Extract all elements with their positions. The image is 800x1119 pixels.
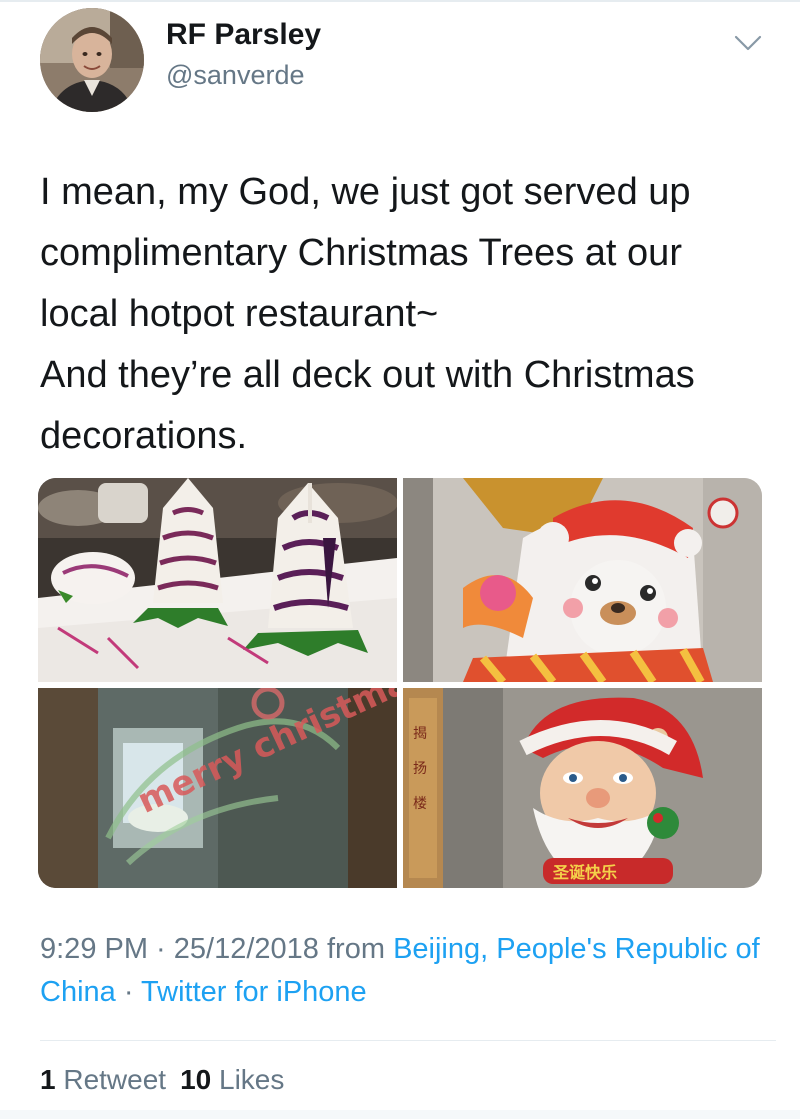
sign-char: 楼: [413, 796, 427, 812]
like-label: Likes: [219, 1064, 285, 1095]
tweet-time[interactable]: 9:29 PM: [40, 933, 148, 965]
like-count: 10: [180, 1064, 212, 1095]
window-decal-image: merry christmas: [38, 688, 397, 888]
user-handle[interactable]: @sanverde: [166, 60, 304, 91]
stats-divider: [40, 1040, 776, 1041]
sign-char: 揭: [413, 726, 427, 742]
tweet-stats: 1 Retweet 10 Likes: [40, 1064, 284, 1096]
chevron-down-icon[interactable]: [730, 28, 766, 58]
tweet-text: I mean, my God, we just got served up co…: [40, 162, 770, 467]
polar-bear-image: [403, 478, 762, 682]
avatar-photo: [40, 8, 144, 112]
tweet-text-line: decorations.: [40, 415, 248, 457]
retweet-label: Retweet: [63, 1064, 167, 1095]
photo-santa[interactable]: 揭 扬 楼 圣诞快乐: [403, 688, 762, 888]
tweet-client-link[interactable]: Twitter for iPhone: [141, 976, 367, 1008]
retweet-count: 1: [40, 1064, 56, 1095]
tweet-date[interactable]: 25/12/2018: [174, 933, 319, 965]
tweet-text-line: And they’re all deck out with Christmas: [40, 354, 695, 396]
tweet-text-line: local hotpot restaurant~: [40, 293, 439, 335]
display-name[interactable]: RF Parsley: [166, 18, 321, 52]
tweet-meta: 9:29 PM · 25/12/2018 from Beijing, Peopl…: [40, 928, 760, 1014]
santa-banner-text: 圣诞快乐: [552, 863, 617, 882]
tweet-card: RF Parsley @sanverde I mean, my God, we …: [0, 0, 800, 1119]
retweets-stat[interactable]: 1 Retweet: [40, 1064, 166, 1095]
meta-separator: ·: [148, 933, 174, 965]
photo-window-decal[interactable]: merry christmas: [38, 688, 397, 888]
photo-cream-trees[interactable]: [38, 478, 397, 682]
sign-char: 扬: [413, 761, 427, 777]
likes-stat[interactable]: 10 Likes: [180, 1064, 284, 1095]
bottom-divider: [0, 1110, 800, 1119]
meta-separator: ·: [115, 976, 142, 1008]
media-grid: merry christmas 揭 扬 楼 圣诞快乐: [38, 478, 762, 888]
top-divider: [0, 0, 800, 2]
cream-trees-image: [38, 478, 397, 682]
meta-from: from: [318, 933, 394, 965]
photo-polar-bear[interactable]: [403, 478, 762, 682]
avatar[interactable]: [40, 8, 144, 112]
tweet-text-line: I mean, my God, we just got served up: [40, 171, 691, 213]
santa-image: 揭 扬 楼 圣诞快乐: [403, 688, 762, 888]
tweet-text-line: complimentary Christmas Trees at our: [40, 232, 682, 274]
